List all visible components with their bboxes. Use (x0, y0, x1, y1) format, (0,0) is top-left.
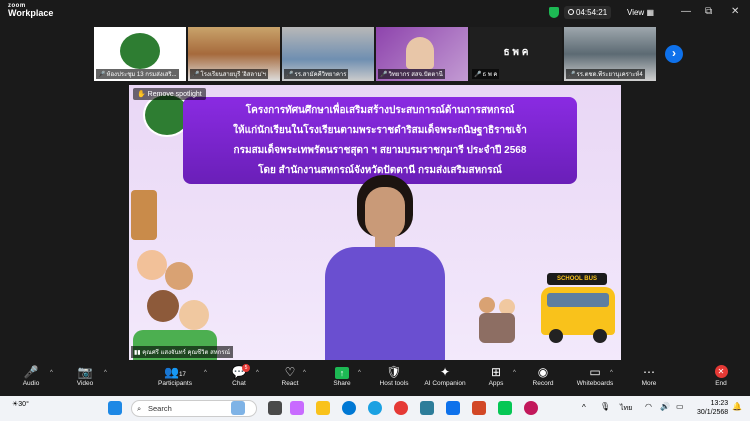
muted-mic-icon: 🎤 (474, 72, 482, 78)
end-x-icon: ✕ (714, 365, 728, 378)
weather-widget[interactable]: ☀30° (12, 400, 29, 408)
speaker-name-label: ▮▮ คุณศรี แสงจันทร์ คุณชีวิต สหกรณ์ (131, 346, 234, 358)
chat-unread-badge: 5 (242, 364, 250, 372)
speaker-icon[interactable]: 🔊 (660, 402, 670, 411)
video-camera-off-icon: 📷 (77, 365, 93, 379)
tray-mic-icon[interactable]: 🎙 (600, 402, 610, 411)
participants-button[interactable]: 👥17 Participants (150, 364, 200, 387)
search-icon: ⌕ (137, 404, 142, 413)
participant-tile[interactable]: 🎤รร.สามัคคีวิทยาคาร (282, 27, 374, 81)
security-shield-icon[interactable] (549, 7, 559, 18)
kids-illustration (129, 190, 221, 360)
title-banner: โครงการทัศนศึกษาเพื่อเสริมสร้างประสบการณ… (183, 97, 577, 184)
media-player-icon[interactable] (524, 401, 538, 415)
react-button[interactable]: ♡ React (265, 364, 315, 387)
participant-tile[interactable]: 🎤รร.ตชด.พีระยานุเคราะห์4 (564, 27, 656, 81)
edge-icon[interactable] (368, 401, 382, 415)
host-tools-button[interactable]: 🛡 Host tools (369, 364, 419, 387)
apps-options-caret-icon[interactable]: ^ (513, 370, 516, 376)
participant-tile[interactable]: 🎤ห้องประชุม 13 กรมส่งเสริ... (94, 27, 186, 81)
people-icon: 👥 (164, 365, 180, 379)
more-button[interactable]: ⋯ More (624, 364, 674, 387)
line-app-icon[interactable] (498, 401, 512, 415)
clock-icon (568, 9, 574, 15)
school-bus-illustration: SCHOOL BUS (527, 273, 617, 343)
copilot-icon[interactable] (290, 401, 304, 415)
sparkle-icon: ✦ (439, 365, 451, 379)
minimize-icon[interactable]: — (681, 6, 691, 17)
notification-bell-icon[interactable]: 🔔 (732, 402, 742, 411)
whiteboards-options-caret-icon[interactable]: ^ (610, 370, 613, 376)
record-button[interactable]: ◉ Record (518, 364, 568, 387)
taskbar-clock[interactable]: 13:23 30/1/2568 (697, 399, 728, 417)
pin-icon: ✋ (137, 91, 146, 98)
share-options-caret-icon[interactable]: ^ (358, 370, 361, 376)
heart-icon: ♡ (284, 365, 296, 379)
store-icon[interactable] (420, 401, 434, 415)
next-page-arrow-icon[interactable]: › (665, 45, 683, 63)
spotlight-video[interactable]: โครงการทัศนศึกษาเพื่อเสริมสร้างประสบการณ… (129, 85, 621, 360)
participant-tile[interactable]: 🎤วิทยากร สสจ.ปัตตานี (376, 27, 468, 81)
audio-button[interactable]: 🎤 Audio (6, 364, 56, 387)
remove-spotlight-button[interactable]: ✋ Remove spotlight (133, 88, 206, 100)
widget-thumbnail-icon[interactable] (231, 401, 245, 415)
chrome-icon[interactable] (394, 401, 408, 415)
windows-start-icon[interactable] (108, 401, 122, 415)
ai-companion-button[interactable]: ✦ AI Companion (420, 364, 470, 387)
students-illustration (479, 297, 519, 347)
zoom-logo: zoom Workplace (8, 3, 54, 18)
file-explorer-icon[interactable] (316, 401, 330, 415)
meeting-toolbar: 🎤 Audio ^ 📷 Video ^ 👥17 Participants ^ 💬 Cha… (0, 362, 750, 394)
presenter-video (325, 175, 445, 360)
powerpoint-icon[interactable] (472, 401, 486, 415)
video-button[interactable]: 📷 Video (60, 364, 110, 387)
windows-taskbar: ☀30° ⌕ Search ^ 🎙 ไทย ◠ 🔊 ▭ 13:23 30/1/256… (0, 396, 750, 421)
muted-microphone-icon: 🎤 (23, 365, 39, 379)
participants-options-caret-icon[interactable]: ^ (204, 370, 207, 376)
tray-chevron-icon[interactable]: ^ (582, 403, 586, 412)
signal-icon: ▮▮ (134, 350, 141, 356)
participant-tile[interactable]: 🎤โรงเรียนสายบุรี 'อิสลาม'ฯ (188, 27, 280, 81)
more-dots-icon: ⋯ (643, 365, 655, 379)
muted-mic-icon: 🎤 (286, 72, 294, 78)
audio-options-caret-icon[interactable]: ^ (50, 370, 53, 376)
participant-strip: 🎤ห้องประชุม 13 กรมส่งเสริ... 🎤โรงเรียนสา… (94, 27, 658, 81)
muted-mic-icon: 🎤 (192, 72, 200, 78)
wifi-icon[interactable]: ◠ (645, 402, 652, 411)
title-bar: zoom Workplace 04:54:21 View ▦ — ⧉ ✕ (0, 0, 750, 25)
muted-mic-icon: 🎤 (98, 72, 106, 78)
battery-icon[interactable]: ▭ (676, 402, 684, 411)
react-options-caret-icon[interactable]: ^ (303, 370, 306, 376)
video-options-caret-icon[interactable]: ^ (104, 370, 107, 376)
task-view-icon[interactable] (268, 401, 282, 415)
share-arrow-icon: ↑ (335, 367, 349, 379)
end-meeting-button[interactable]: ✕ End (696, 364, 746, 387)
participant-tile[interactable]: ธ พ ค 🎤ธ พ ค (470, 27, 562, 81)
chat-options-caret-icon[interactable]: ^ (256, 370, 259, 376)
view-button[interactable]: View ▦ (627, 8, 654, 17)
muted-mic-icon: 🎤 (568, 72, 576, 78)
messenger-icon[interactable] (342, 401, 356, 415)
record-icon: ◉ (537, 365, 549, 379)
restore-icon[interactable]: ⧉ (705, 6, 712, 17)
shield-icon: 🛡 (386, 365, 402, 379)
language-indicator[interactable]: ไทย (620, 403, 632, 414)
muted-mic-icon: 🎤 (380, 72, 388, 78)
zoom-app-icon[interactable] (446, 401, 460, 415)
meeting-timer: 04:54:21 (564, 6, 612, 19)
close-icon[interactable]: ✕ (731, 6, 739, 17)
